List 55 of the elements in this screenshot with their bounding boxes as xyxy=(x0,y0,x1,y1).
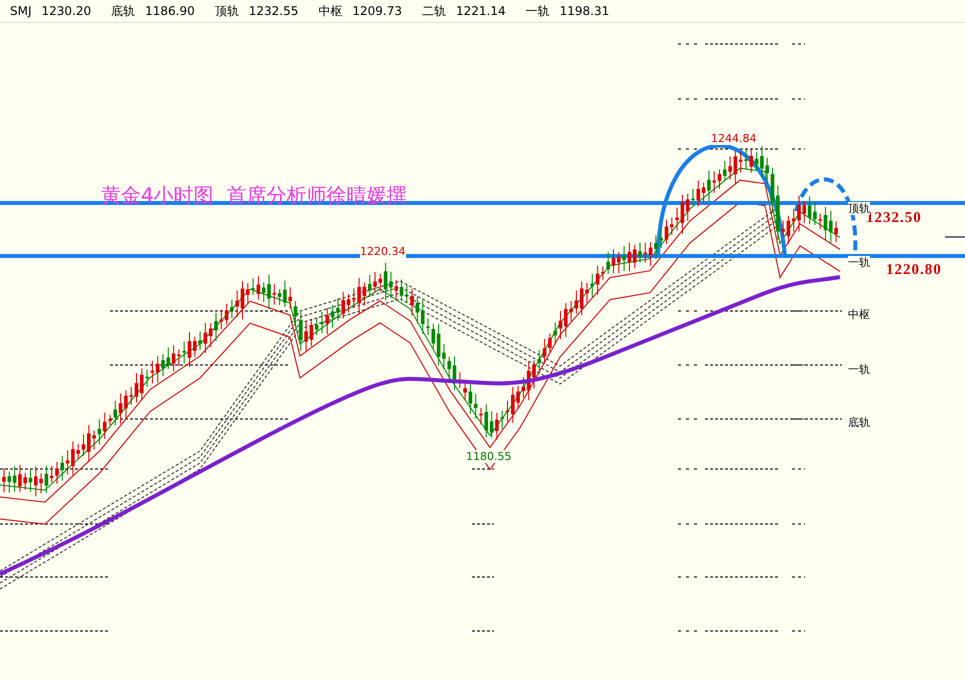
price-marker-line xyxy=(944,236,965,238)
level-label: 中枢 xyxy=(848,308,870,321)
candlestick xyxy=(585,282,589,304)
quote-value: 1221.14 xyxy=(456,4,506,18)
quote-label: SMJ xyxy=(10,4,32,18)
level-label: 一轨 xyxy=(848,256,870,269)
candlestick xyxy=(532,360,536,389)
candlestick xyxy=(55,461,59,484)
candlestick xyxy=(161,353,165,377)
candlestick xyxy=(824,206,828,242)
candlestick xyxy=(134,372,138,404)
candlestick xyxy=(797,195,801,232)
candlestick xyxy=(240,280,244,320)
price-label: 1220.80 xyxy=(886,261,942,279)
candlestick xyxy=(718,169,722,190)
candlestick xyxy=(638,242,642,264)
quote-value: 1198.31 xyxy=(560,4,610,18)
candlestick xyxy=(267,274,271,310)
candlestick xyxy=(558,310,562,340)
candlestick xyxy=(294,300,298,328)
price-extreme-label: 1180.55 xyxy=(466,450,512,463)
quote-label: 二轨 xyxy=(422,2,446,20)
candlestick xyxy=(320,312,324,334)
quote-value: 1186.90 xyxy=(145,4,195,18)
candlestick xyxy=(82,434,86,456)
candlestick xyxy=(214,312,218,342)
quote-label: 顶轨 xyxy=(214,2,239,20)
quote-value: 1209.73 xyxy=(352,4,402,18)
candlestick xyxy=(108,414,112,426)
price-extreme-label: 1244.84 xyxy=(711,132,756,145)
candlestick xyxy=(664,219,668,244)
candlestick xyxy=(770,167,774,214)
candlestick xyxy=(506,400,510,422)
candlestick xyxy=(426,318,430,336)
candlestick xyxy=(744,148,748,170)
candlestick xyxy=(373,271,377,292)
quote-value: 1232.55 xyxy=(248,4,298,18)
candlestick xyxy=(188,332,192,368)
candlestick xyxy=(2,468,6,493)
candlestick xyxy=(28,468,32,492)
quote-label: 一轨 xyxy=(526,2,550,20)
quote-label: 底轨 xyxy=(111,2,136,20)
chart-title: 黄金4小时图 首席分析师徐晴媛撰 xyxy=(101,183,406,207)
candlestick xyxy=(400,279,404,302)
level-label: 一轨 xyxy=(848,363,870,376)
quote-value: 1230.20 xyxy=(42,4,92,18)
candlestick xyxy=(691,188,695,206)
level-label: 顶轨 xyxy=(848,202,870,215)
quote-label: 中枢 xyxy=(318,2,342,20)
candlestick xyxy=(346,294,350,313)
price-extreme-label: 1220.34 xyxy=(360,245,406,258)
candlestick xyxy=(612,248,616,274)
candlestick xyxy=(452,356,456,391)
candlestick xyxy=(479,407,483,425)
level-label: 底轨 xyxy=(848,416,870,429)
